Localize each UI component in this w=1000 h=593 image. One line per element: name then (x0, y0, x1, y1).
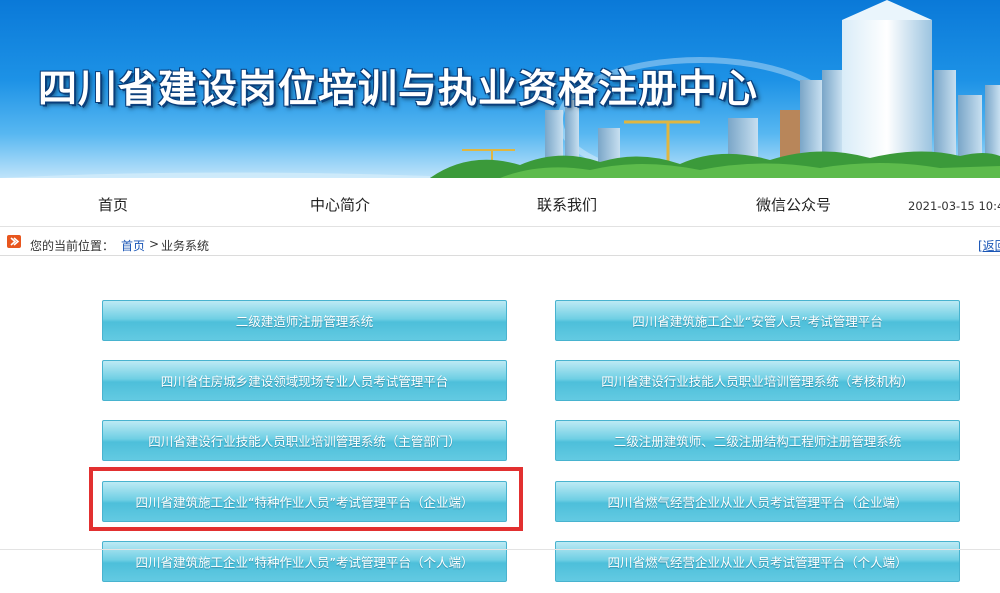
system-button-left-4[interactable]: 四川省建筑施工企业“特种作业人员”考试管理平台（企业端） (102, 481, 507, 522)
breadcrumb-current: 业务系统 (161, 239, 210, 253)
system-button-right-3[interactable]: 二级注册建筑师、二级注册结构工程师注册管理系统 (555, 420, 960, 461)
system-button-right-2[interactable]: 四川省建设行业技能人员职业培训管理系统（考核机构） (555, 360, 960, 401)
current-datetime: 2021-03-15 10:42 (908, 199, 1000, 213)
system-button-left-1[interactable]: 二级建造师注册管理系统 (102, 300, 507, 341)
system-button-right-4[interactable]: 四川省燃气经营企业从业人员考试管理平台（企业端） (555, 481, 960, 522)
breadcrumb-prefix: 您的当前位置： (30, 239, 115, 253)
system-button-left-3[interactable]: 四川省建设行业技能人员职业培训管理系统（主管部门） (102, 420, 507, 461)
nav-contact[interactable]: 联系我们 (537, 194, 597, 215)
system-button-left-5[interactable]: 四川省建筑施工企业“特种作业人员”考试管理平台（个人端） (102, 541, 507, 582)
system-button-left-2[interactable]: 四川省住房城乡建设领域现场专业人员考试管理平台 (102, 360, 507, 401)
site-title: 四川省建设岗位培训与执业资格注册中心 (38, 66, 759, 112)
nav-about[interactable]: 中心简介 (310, 194, 370, 215)
back-link[interactable]: [返回 (978, 237, 1000, 254)
nav-wechat[interactable]: 微信公众号 (756, 194, 831, 215)
breadcrumb-home-link[interactable]: 首页 (121, 237, 145, 254)
header-banner: 四川省建设岗位培训与执业资格注册中心 (0, 0, 1000, 178)
system-button-right-1[interactable]: 四川省建筑施工企业“安管人员”考试管理平台 (555, 300, 960, 341)
nav-home[interactable]: 首页 (98, 194, 128, 215)
location-arrow-icon (7, 235, 21, 248)
breadcrumb: 您的当前位置： 首页 > 业务系统 [返回 (0, 228, 1000, 256)
content-divider (0, 549, 1000, 550)
breadcrumb-separator: > (149, 237, 160, 251)
system-button-right-5[interactable]: 四川省燃气经营企业从业人员考试管理平台（个人端） (555, 541, 960, 582)
main-nav: 首页 中心简介 联系我们 微信公众号 2021-03-15 10:42 (0, 178, 1000, 227)
